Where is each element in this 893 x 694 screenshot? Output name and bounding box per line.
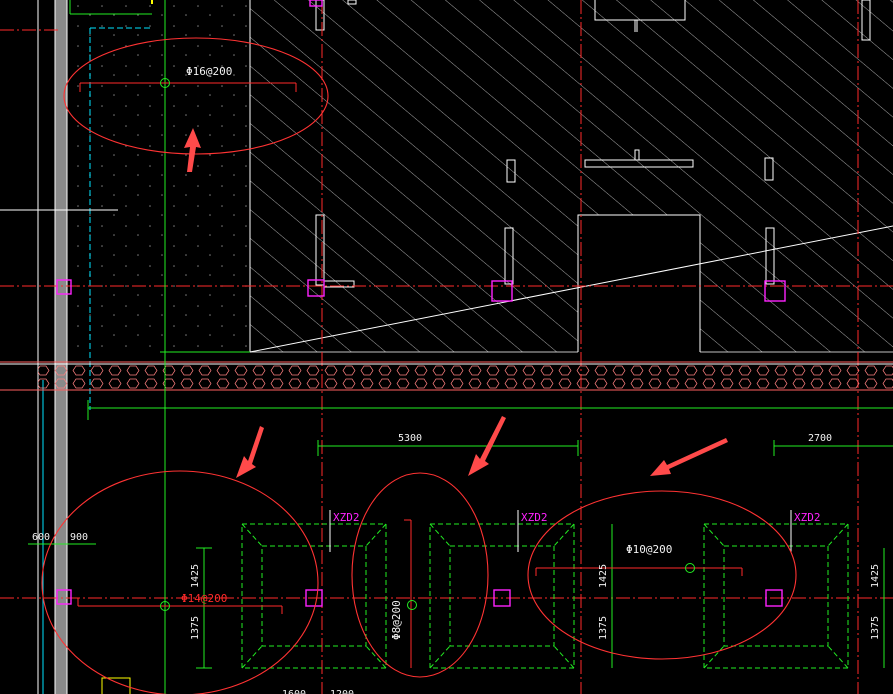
arrow-bottom-left (236, 426, 264, 478)
dim-1425-b: 1425 (598, 564, 609, 588)
left-slab-dotted-region (70, 0, 250, 352)
hatched-wall-region (249, 0, 893, 353)
dim-2700: 2700 (808, 433, 832, 444)
pile-cap-3 (703, 523, 849, 669)
rebar-label-bottom-right: Φ10@200 (626, 543, 672, 556)
tag-leaders (329, 510, 792, 552)
bottom-left-callout (41, 470, 319, 694)
dim-5300: 5300 (398, 433, 422, 444)
rebar-label-top: Φ16@200 (186, 65, 232, 78)
dimension-lines (28, 440, 893, 669)
dim-1600: 1600 (282, 689, 306, 694)
dim-1425-a: 1425 (190, 564, 201, 588)
rebar-label-middle: Φ8@200 (390, 600, 403, 640)
arrow-right (650, 438, 728, 476)
cad-drawing-canvas: Φ16@200 Φ14@200 Φ8@200 Φ10@200 XZD2 XZD2… (0, 0, 893, 694)
dim-1200: 1200 (330, 689, 354, 694)
dim-900: 900 (70, 532, 88, 543)
foundation-band (0, 351, 893, 409)
dim-1425-c: 1425 (870, 564, 881, 588)
pile-cap-tag-2: XZD2 (521, 511, 548, 524)
pile-cap-tag-3: XZD2 (794, 511, 821, 524)
dim-1375-a: 1375 (190, 616, 201, 640)
dim-1375-b: 1375 (598, 616, 609, 640)
dim-600: 600 (32, 532, 50, 543)
bottom-right-callout (527, 490, 797, 660)
dim-1375-c: 1375 (870, 616, 881, 640)
pile-cap-2 (429, 523, 575, 669)
pile-cap-1 (241, 523, 387, 669)
rebar-label-bottom-left: Φ14@200 (181, 592, 227, 605)
pile-cap-tag-1: XZD2 (333, 511, 360, 524)
